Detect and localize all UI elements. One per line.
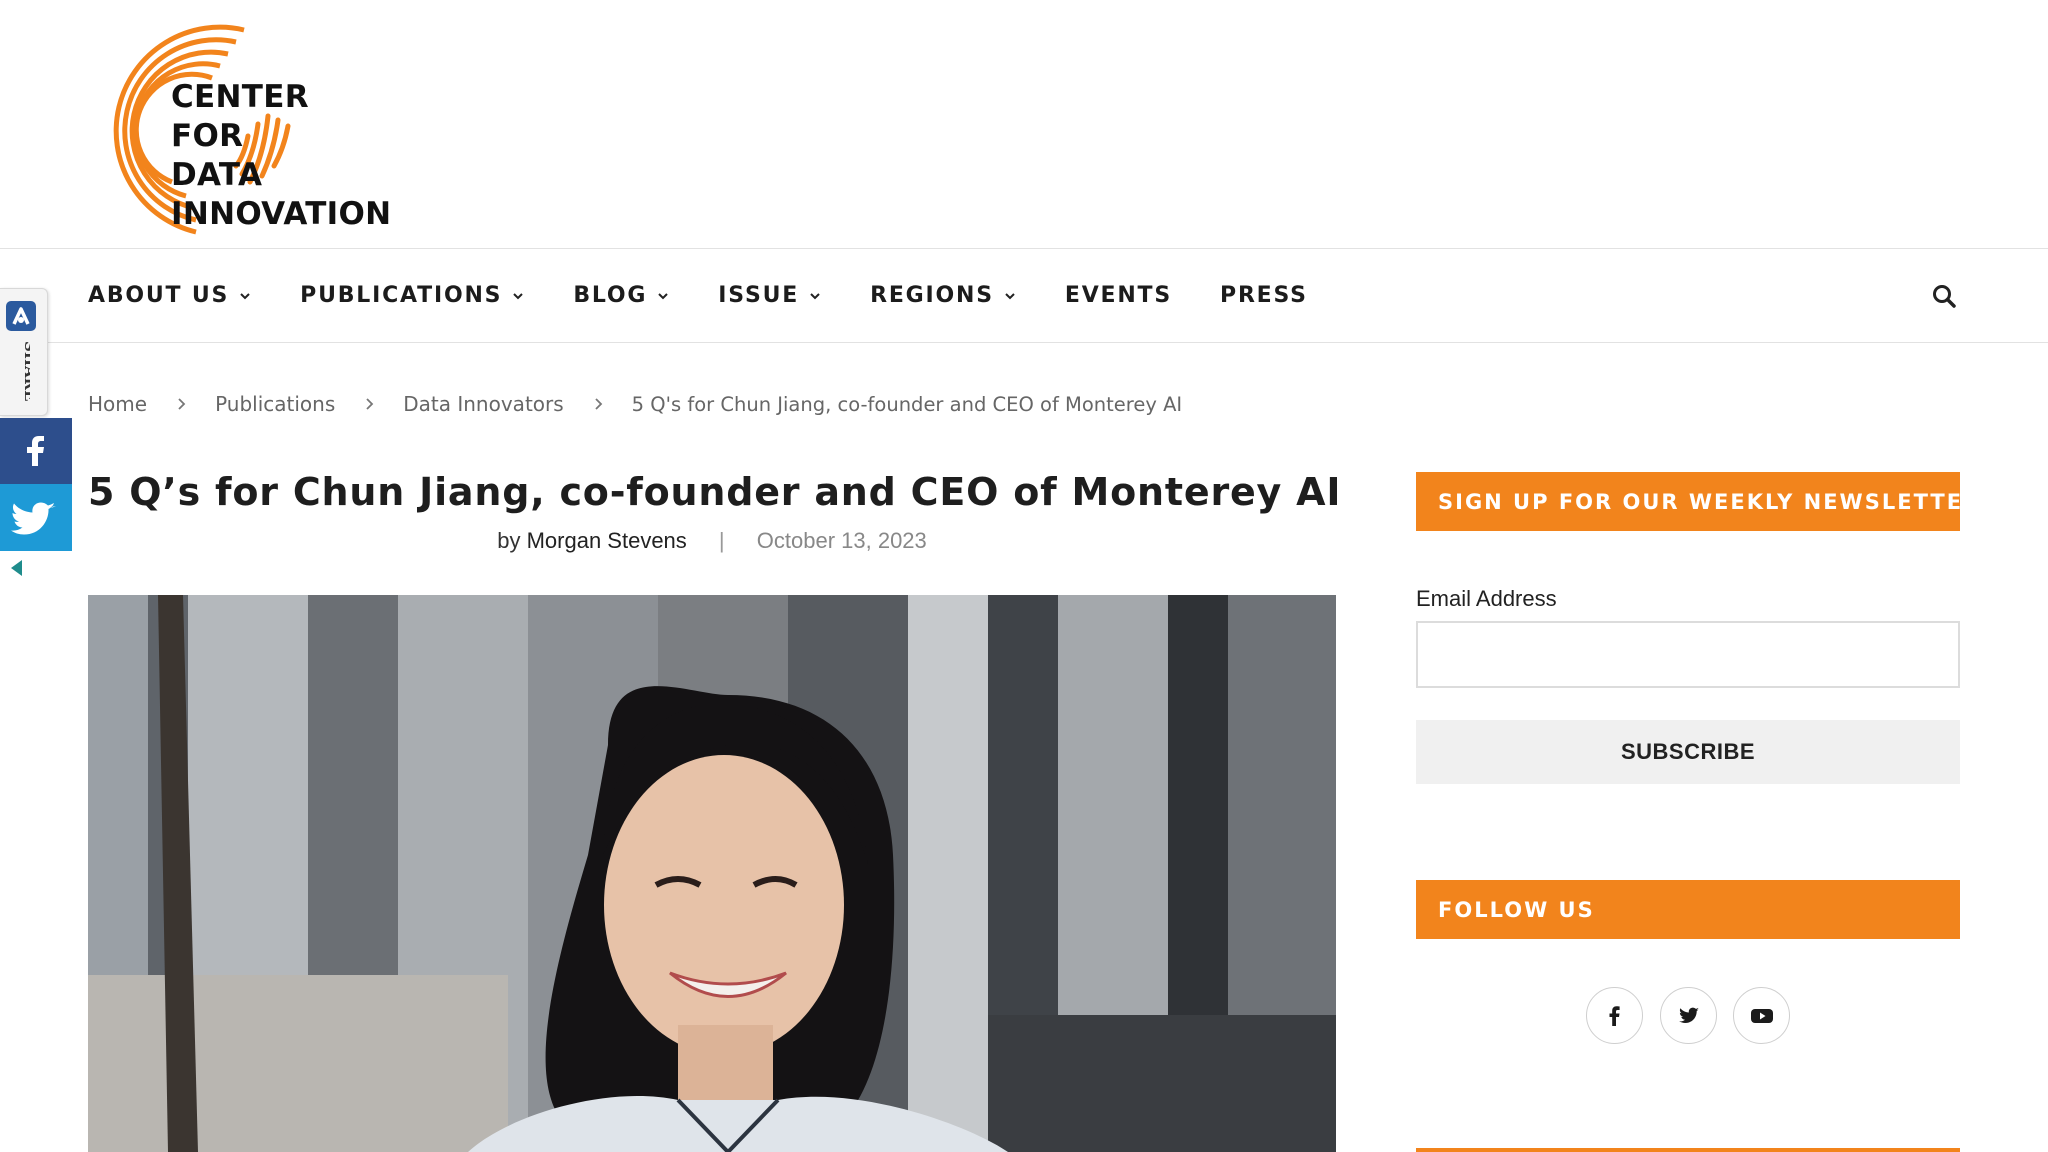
nav-item-press[interactable]: PRESS (1220, 283, 1308, 308)
follow-facebook-button[interactable] (1586, 987, 1643, 1044)
chevron-down-icon (513, 292, 524, 299)
article-hero-image (88, 595, 1336, 1152)
site-logo[interactable]: CENTER FOR DATA INNOVATION (86, 16, 391, 236)
nav-item-label: PUBLICATIONS (300, 283, 503, 308)
share-label: SHARE (21, 341, 30, 402)
nav-item-label: REGIONS (870, 283, 994, 308)
email-label: Email Address (1416, 586, 1557, 611)
breadcrumb-publications[interactable]: Publications (215, 392, 335, 416)
meta-divider: | (718, 528, 725, 553)
nav-item-label: ABOUT US (88, 283, 230, 308)
article-meta: by Morgan Stevens | October 13, 2023 (88, 528, 1336, 554)
nav-item-blog[interactable]: BLOG (573, 283, 670, 308)
twitter-icon (11, 502, 56, 535)
chevron-down-icon (658, 292, 669, 299)
nav-item-label: PRESS (1220, 283, 1308, 308)
chevron-down-icon (810, 292, 820, 299)
breadcrumb-data-innovators[interactable]: Data Innovators (403, 392, 563, 416)
nav-item-issue[interactable]: ISSUE (718, 283, 822, 308)
nav-item-about-us[interactable]: ABOUT US (88, 283, 252, 308)
byline-prefix: by (497, 528, 521, 553)
chevron-right-icon (178, 398, 186, 410)
next-widget-accent (1416, 1148, 1960, 1152)
chevron-right-icon (366, 398, 374, 410)
author-link[interactable]: Morgan Stevens (527, 528, 687, 553)
logo-wordmark: CENTER FOR DATA INNOVATION (171, 79, 392, 232)
share-twitter-button[interactable] (0, 484, 72, 551)
follow-youtube-button[interactable] (1733, 987, 1790, 1044)
breadcrumb-current: 5 Q's for Chun Jiang, co-founder and CEO… (631, 392, 1183, 416)
nav-item-label: ISSUE (718, 283, 800, 308)
nav-item-label: EVENTS (1064, 283, 1173, 308)
subscribe-button[interactable]: SUBSCRIBE (1416, 720, 1960, 784)
email-field[interactable] (1416, 621, 1960, 688)
search-icon[interactable] (1930, 282, 1958, 310)
nav-item-regions[interactable]: REGIONS (870, 283, 1017, 308)
share-service-logo-icon (6, 301, 36, 331)
chevron-right-icon (595, 398, 602, 410)
publish-date: October 13, 2023 (756, 528, 927, 553)
nav-item-events[interactable]: EVENTS (1065, 283, 1172, 308)
nav-item-label: BLOG (573, 283, 648, 308)
main-nav: ABOUT US PUBLICATIONS BLOG ISSUE REGIONS… (88, 249, 1356, 342)
chevron-down-icon (240, 292, 250, 299)
twitter-icon (1678, 1007, 1699, 1023)
share-tab[interactable]: SHARE (0, 288, 48, 416)
youtube-icon (1750, 1008, 1773, 1023)
hide-share-arrow-icon[interactable] (8, 558, 24, 578)
breadcrumb: Home Publications Data Innovators 5 Q's … (88, 392, 1182, 416)
chevron-down-icon (1005, 292, 1015, 299)
share-label-text: SHARE (21, 341, 30, 402)
follow-twitter-button[interactable] (1660, 987, 1717, 1044)
nav-divider-bottom (0, 342, 2048, 343)
follow-us-heading: FOLLOW US (1416, 880, 1960, 939)
share-facebook-button[interactable] (0, 418, 72, 484)
nav-item-publications[interactable]: PUBLICATIONS (300, 283, 525, 308)
article-title: 5 Q’s for Chun Jiang, co-founder and CEO… (88, 470, 1342, 514)
facebook-icon (27, 436, 44, 466)
breadcrumb-home[interactable]: Home (88, 392, 147, 416)
newsletter-heading: SIGN UP FOR OUR WEEKLY NEWSLETTER (1416, 472, 1979, 531)
facebook-icon (1609, 1005, 1620, 1026)
